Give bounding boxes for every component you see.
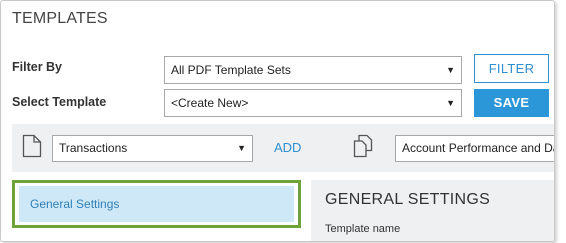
save-button[interactable]: SAVE	[474, 89, 549, 117]
settings-content-panel: GENERAL SETTINGS Template name	[311, 180, 554, 241]
templates-window: TEMPLATES Filter By All PDF Template Set…	[0, 0, 555, 242]
template-select[interactable]: <Create New> ▼	[164, 89, 462, 117]
settings-nav-panel: General Settings	[12, 180, 301, 228]
account-report-select[interactable]: Account Performance and Da	[395, 135, 555, 162]
filter-by-label: Filter By	[12, 60, 63, 74]
page-title: TEMPLATES	[12, 10, 108, 27]
filter-select[interactable]: All PDF Template Sets ▼	[164, 56, 462, 84]
template-name-label: Template name	[325, 223, 401, 235]
document-icon	[22, 134, 42, 163]
account-report-value: Account Performance and Da	[402, 141, 555, 155]
copy-pages-icon	[352, 134, 376, 163]
filter-select-value: All PDF Template Sets	[171, 63, 291, 77]
chevron-down-icon: ▼	[446, 65, 455, 75]
section-type-value: Transactions	[59, 141, 128, 155]
select-template-label: Select Template	[12, 95, 107, 109]
section-type-select[interactable]: Transactions ▼	[52, 135, 253, 162]
filter-button[interactable]: FILTER	[474, 54, 549, 83]
nav-item-general-settings[interactable]: General Settings	[19, 186, 294, 222]
chevron-down-icon: ▼	[446, 98, 455, 108]
section-title: GENERAL SETTINGS	[325, 191, 491, 208]
template-toolbar: Transactions ▼ ADD Account Performance a…	[12, 124, 555, 172]
chevron-down-icon: ▼	[237, 143, 246, 153]
template-select-value: <Create New>	[171, 96, 249, 110]
add-link[interactable]: ADD	[274, 140, 301, 155]
